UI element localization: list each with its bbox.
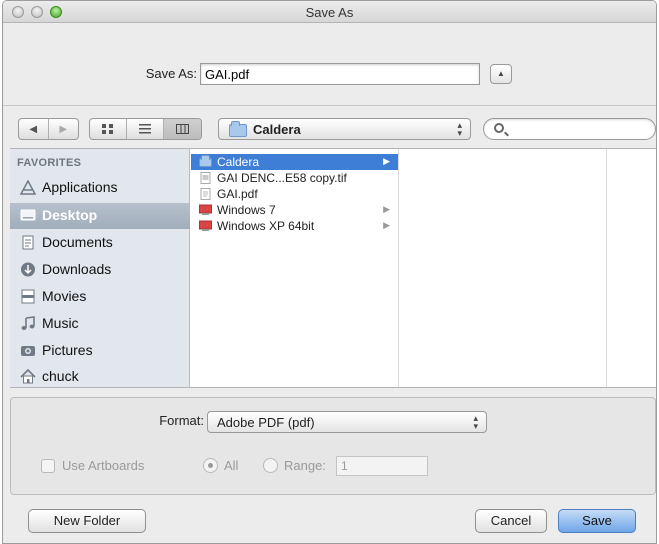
artboard-options-row: Use Artboards All Range:: [11, 455, 655, 477]
use-artboards-label: Use Artboards: [62, 458, 145, 473]
sidebar-item-pictures[interactable]: Pictures: [10, 338, 190, 364]
new-folder-button[interactable]: New Folder: [28, 509, 146, 533]
all-radio[interactable]: [203, 458, 218, 473]
sidebar-item-music[interactable]: Music: [10, 311, 190, 337]
desktop-icon: [20, 209, 36, 221]
sidebar-item-applications[interactable]: Applications: [10, 175, 190, 201]
cancel-button[interactable]: Cancel: [475, 509, 547, 533]
list-view-icon[interactable]: [127, 119, 164, 139]
popup-arrows-icon: ▴ ▾: [457, 120, 462, 138]
file-row-pdf[interactable]: GAI.pdf: [191, 186, 398, 202]
all-label: All: [224, 458, 239, 473]
sidebar-item-chuck[interactable]: chuck: [10, 364, 190, 390]
virtual-machine-icon: [199, 220, 212, 231]
format-select[interactable]: Adobe PDF (pdf) ▴ ▾: [207, 411, 487, 433]
file-row-tif[interactable]: GAI DENC...E58 copy.tif: [191, 170, 398, 186]
toolbar: ◀ ▶ Caldera ▴ ▾: [3, 117, 656, 141]
format-value: Adobe PDF (pdf): [217, 415, 315, 430]
back-button[interactable]: ◀: [19, 119, 49, 139]
file-row-caldera[interactable]: Caldera ▶: [191, 154, 398, 170]
window-title: Save As: [305, 5, 354, 20]
range-radio[interactable]: [263, 458, 278, 473]
save-as-row: Save As: ▲: [3, 61, 656, 87]
title-bar: Save As: [3, 1, 656, 23]
sidebar-item-label: Applications: [42, 179, 118, 195]
sidebar-item-label: Movies: [42, 288, 87, 304]
folder-icon: [229, 121, 247, 137]
sidebar-item-label: chuck: [42, 368, 79, 384]
save-as-label: Save As:: [145, 66, 197, 81]
icon-view-icon[interactable]: [90, 119, 128, 139]
documents-icon: [22, 235, 34, 250]
column-view-icon[interactable]: [163, 119, 201, 139]
expand-dialog-button[interactable]: ▲: [490, 64, 512, 84]
home-icon: [20, 369, 36, 384]
save-button[interactable]: Save: [558, 509, 636, 533]
sidebar-item-label: Music: [42, 315, 79, 331]
back-forward-control: ◀ ▶: [18, 118, 79, 140]
sidebar-item-documents[interactable]: Documents: [10, 230, 190, 256]
format-label: Format:: [159, 413, 204, 428]
disclosure-arrow-icon: ▶: [383, 156, 390, 166]
disclosure-arrow-icon: ▶: [383, 220, 390, 230]
image-file-icon: [200, 172, 211, 184]
sidebar-item-label: Desktop: [42, 207, 98, 223]
file-row-windows-xp[interactable]: Windows XP 64bit ▶: [191, 218, 398, 234]
sidebar-item-movies[interactable]: Movies: [10, 284, 190, 310]
popup-arrows-icon: ▴ ▾: [473, 413, 478, 431]
forward-button[interactable]: ▶: [49, 119, 78, 139]
range-label: Range:: [284, 458, 326, 473]
location-label: Caldera: [253, 122, 301, 137]
music-icon: [21, 316, 35, 330]
applications-icon: [20, 180, 36, 195]
virtual-machine-icon: [199, 204, 212, 215]
location-popup[interactable]: Caldera ▴ ▾: [218, 118, 471, 140]
downloads-icon: [21, 262, 35, 277]
movies-icon: [21, 289, 35, 304]
pdf-file-icon: [200, 188, 211, 200]
sidebar-item-downloads[interactable]: Downloads: [10, 257, 190, 283]
sidebar-section-favorites: FAVORITES: [17, 157, 82, 169]
sidebar: FAVORITES Applications Desktop Documents…: [10, 149, 190, 387]
file-row-windows-7[interactable]: Windows 7 ▶: [191, 202, 398, 218]
file-browser: FAVORITES Applications Desktop Documents…: [10, 148, 656, 388]
sidebar-item-desktop[interactable]: Desktop: [10, 203, 190, 229]
use-artboards-checkbox[interactable]: [41, 459, 55, 473]
folder-icon: [199, 155, 212, 168]
save-as-dialog: Save As Save As: ▲ ◀ ▶ Caldera ▴▾: [2, 0, 657, 544]
view-mode-control: [89, 118, 202, 140]
sidebar-item-label: Downloads: [42, 261, 112, 277]
sidebar-item-label: Documents: [42, 234, 113, 250]
sidebar-item-label: Pictures: [42, 342, 93, 358]
file-column-2: [400, 149, 607, 387]
pictures-icon: [21, 346, 35, 356]
range-input[interactable]: [336, 456, 428, 476]
filename-input[interactable]: [200, 63, 480, 85]
file-column-3: [608, 149, 656, 387]
search-icon: [494, 123, 504, 133]
divider: [3, 105, 656, 106]
file-column-1: Caldera ▶ GAI DENC...E58 copy.tif GAI.pd…: [191, 149, 399, 387]
format-options-panel: Format: Adobe PDF (pdf) ▴ ▾ Use Artboards…: [10, 397, 656, 495]
disclosure-arrow-icon: ▶: [383, 204, 390, 214]
search-field[interactable]: [483, 118, 656, 140]
